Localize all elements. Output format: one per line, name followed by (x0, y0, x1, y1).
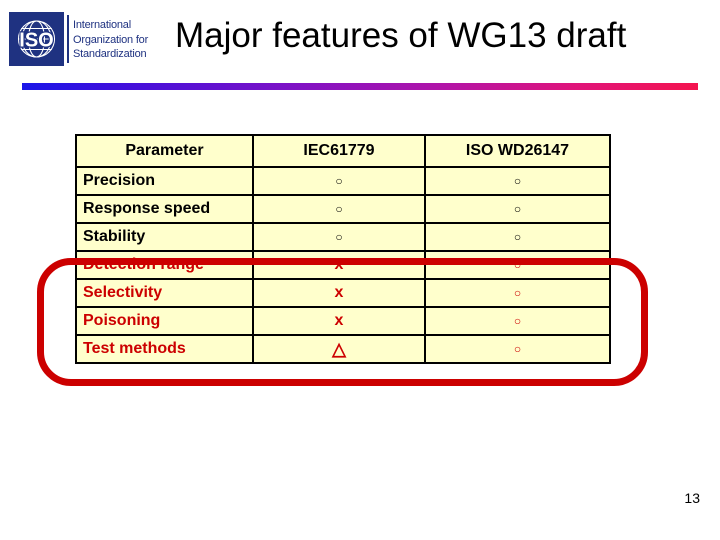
cell-iso-wd26147: ○ (424, 334, 611, 364)
circle-symbol: ○ (513, 257, 522, 272)
cell-parameter: Detection range (75, 250, 254, 280)
circle-symbol: ○ (335, 173, 343, 188)
table-row: Stability ○ ○ (75, 222, 611, 252)
page-number: 13 (684, 490, 700, 506)
cross-symbol: x (334, 284, 344, 301)
svg-text:ISO: ISO (19, 30, 53, 52)
cell-iso-wd26147: ○ (424, 222, 611, 252)
circle-symbol: ○ (513, 313, 522, 328)
iso-logo: ISO International Organization for Stand… (9, 12, 177, 66)
cell-parameter: Response speed (75, 194, 254, 224)
page-title: Major features of WG13 draft (175, 16, 627, 55)
iso-org-name: International Organization for Standardi… (64, 12, 177, 66)
cross-symbol: x (334, 312, 344, 329)
circle-symbol: ○ (335, 229, 343, 244)
circle-symbol: ○ (513, 229, 522, 244)
table-row: Response speed ○ ○ (75, 194, 611, 224)
cell-iec61779: x (252, 250, 426, 280)
cell-iec61779: ○ (252, 194, 426, 224)
iso-org-line-1: International (73, 19, 131, 31)
cell-iec61779: △ (252, 334, 426, 364)
table-row: Detection range x ○ (75, 250, 611, 280)
circle-symbol: ○ (335, 201, 343, 216)
cell-parameter: Poisoning (75, 306, 254, 336)
iso-org-line-2: Organization for (73, 33, 149, 46)
table-header-row: Parameter IEC61779 ISO WD26147 (75, 134, 611, 168)
table-row: Precision ○ ○ (75, 166, 611, 196)
circle-symbol: ○ (513, 201, 522, 216)
cross-symbol: x (334, 256, 344, 273)
cell-iso-wd26147: ○ (424, 194, 611, 224)
gradient-divider (22, 83, 698, 90)
features-table: Parameter IEC61779 ISO WD26147 Precision… (75, 134, 611, 364)
cell-iso-wd26147: ○ (424, 306, 611, 336)
column-header-iso-wd26147: ISO WD26147 (424, 134, 611, 168)
cell-parameter: Precision (75, 166, 254, 196)
cell-iso-wd26147: ○ (424, 278, 611, 308)
table-row: Test methods △ ○ (75, 334, 611, 364)
iso-org-line-3: Standardization (73, 48, 147, 60)
cell-iso-wd26147: ○ (424, 166, 611, 196)
triangle-symbol: △ (332, 338, 346, 359)
iso-globe-icon: ISO (9, 12, 64, 66)
cell-iec61779: ○ (252, 222, 426, 252)
slide-header: ISO International Organization for Stand… (0, 0, 720, 80)
cell-parameter: Stability (75, 222, 254, 252)
cell-parameter: Test methods (75, 334, 254, 364)
features-table-container: Parameter IEC61779 ISO WD26147 Precision… (75, 134, 611, 364)
cell-iec61779: ○ (252, 166, 426, 196)
column-header-iec61779: IEC61779 (252, 134, 426, 168)
column-header-parameter: Parameter (75, 134, 254, 168)
table-row: Selectivity x ○ (75, 278, 611, 308)
cell-iec61779: x (252, 306, 426, 336)
cell-parameter: Selectivity (75, 278, 254, 308)
cell-iso-wd26147: ○ (424, 250, 611, 280)
cell-iec61779: x (252, 278, 426, 308)
circle-symbol: ○ (513, 173, 522, 188)
circle-symbol: ○ (513, 341, 522, 356)
circle-symbol: ○ (513, 285, 522, 300)
table-row: Poisoning x ○ (75, 306, 611, 336)
